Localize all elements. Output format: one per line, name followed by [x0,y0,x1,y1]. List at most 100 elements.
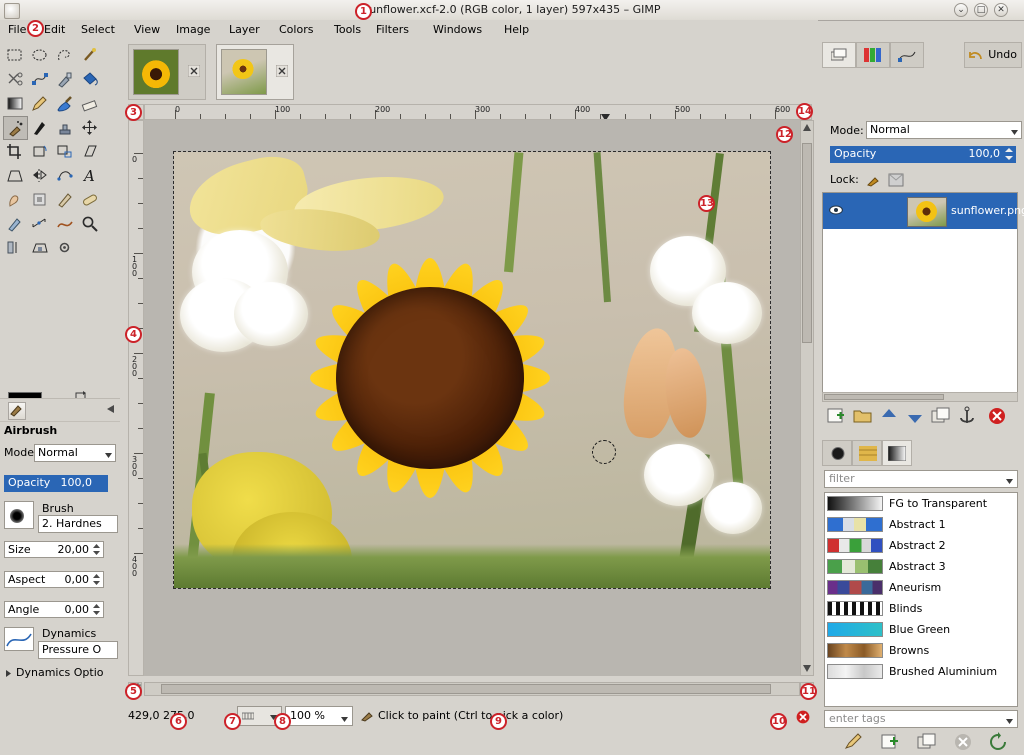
lock-pixels-icon[interactable] [866,172,882,188]
opacity-slider[interactable]: Opacity 100,0 [4,475,108,492]
list-item[interactable]: Abstract 3 [825,556,1017,577]
angle-spinner[interactable]: Angle 0,00 [4,601,104,618]
paths-tool[interactable] [28,68,53,92]
gradients-tab[interactable] [882,440,912,466]
cage-transform-tool[interactable] [53,164,78,188]
tool-options-tab-icon[interactable] [8,402,26,420]
gradients-tags-input[interactable]: enter tags [824,710,1018,728]
image-tab-2[interactable] [216,44,294,100]
layer-opacity-slider[interactable]: Opacity 100,0 [830,146,1016,163]
menu-help[interactable]: Help [498,20,535,40]
layer-mode-combo[interactable]: Normal [866,121,1022,139]
dodge-burn-tool[interactable] [53,188,78,212]
patterns-tab[interactable] [852,440,882,466]
image-tab-2-close-button[interactable] [276,65,288,77]
dynamics-combo[interactable]: Pressure O [38,641,118,659]
mode-combo[interactable]: Normal [34,444,116,462]
menu-layer[interactable]: Layer [223,20,266,40]
canvas-vertical-scrollbar[interactable] [800,120,814,676]
paintbrush-tool[interactable] [53,92,78,116]
window-minimize-button[interactable]: ⌄ [954,3,968,17]
layers-list-scrollbar[interactable] [822,392,1018,402]
image-tab-1-close-button[interactable] [188,65,200,77]
menu-tools[interactable]: Tools [328,20,367,40]
aspect-spinner[interactable]: Aspect 0,00 [4,571,104,588]
gradients-list[interactable]: FG to Transparent Abstract 1 Abstract 2 … [824,492,1018,707]
scale-tool[interactable] [53,140,78,164]
perspective-tool[interactable] [3,164,28,188]
dynamics-preview[interactable] [4,627,34,651]
ellipse-select-tool[interactable] [28,44,53,68]
cancel-icon[interactable] [796,710,810,724]
brush-combo[interactable]: 2. Hardnes [38,515,118,533]
posterize-tool[interactable] [53,236,78,260]
list-item[interactable]: FG to Transparent [825,493,1017,514]
brush-preview[interactable] [4,501,34,529]
list-item[interactable]: Browns [825,640,1017,661]
scroll-up-arrow-icon[interactable] [802,122,812,134]
eraser-tool[interactable] [78,92,103,116]
layer-opacity-stepper-icon[interactable] [1003,147,1015,161]
flip-tool[interactable] [28,164,53,188]
text-tool[interactable]: A [78,164,103,188]
scroll-down-arrow-icon[interactable] [802,662,812,674]
layers-list[interactable]: sunflower.png [822,192,1018,400]
size-spinner[interactable]: Size 20,00 [4,541,104,558]
canvas-horizontal-scrollbar[interactable] [144,682,800,696]
anchor-layer-button[interactable] [956,406,980,428]
brushes-tab[interactable] [822,440,852,466]
bucket-fill-tool[interactable] [78,68,103,92]
edit-gradient-button[interactable] [844,732,866,752]
alignment-tool[interactable] [3,236,28,260]
window-close-button[interactable]: ✕ [994,3,1008,17]
airbrush-tool[interactable] [3,116,28,140]
duplicate-layer-button[interactable] [930,406,954,428]
vertical-ruler[interactable]: 0 100 200 300 400 [128,120,144,676]
heal-tool[interactable] [78,188,103,212]
image-canvas[interactable] [174,152,770,588]
lock-position-icon[interactable] [888,172,904,188]
layer-row[interactable]: sunflower.png [823,193,1017,229]
channels-tab[interactable] [856,42,890,68]
new-group-button[interactable] [852,406,876,428]
list-item[interactable]: Aneurism [825,577,1017,598]
list-item[interactable]: Abstract 1 [825,514,1017,535]
menu-select[interactable]: Select [75,20,121,40]
color-picker-tool[interactable] [53,68,78,92]
aspect-stepper-icon[interactable] [91,573,102,586]
pencil-tool[interactable] [28,92,53,116]
measure-tool[interactable] [28,212,53,236]
menu-filters[interactable]: Filters [370,20,415,40]
vertical-scrollbar-thumb[interactable] [802,143,812,343]
ink-tool[interactable] [28,116,53,140]
raise-layer-button[interactable] [878,406,902,428]
size-stepper-icon[interactable] [91,543,102,556]
smudge-tool[interactable] [3,188,28,212]
delete-layer-button[interactable] [986,406,1010,428]
delete-gradient-button[interactable] [952,732,974,752]
paths-tab[interactable] [890,42,924,68]
zoom-tool[interactable] [78,212,103,236]
dynamics-options-row[interactable]: Dynamics Optio [0,663,120,685]
mypaint-brush-tool[interactable] [3,212,28,236]
menu-view[interactable]: View [128,20,166,40]
horizontal-ruler[interactable]: 0 100 200 300 400 500 600 [144,104,812,120]
duplicate-gradient-button[interactable] [916,732,938,752]
gradient-tool[interactable] [3,92,28,116]
list-item[interactable]: Brushed Aluminium [825,661,1017,682]
rect-select-tool[interactable] [3,44,28,68]
menu-image[interactable]: Image [170,20,216,40]
rotate-tool[interactable] [28,140,53,164]
gradients-filter-input[interactable]: filter [824,470,1018,488]
fuzzy-select-tool[interactable] [78,44,103,68]
image-tab-1[interactable] [128,44,206,100]
window-maximize-button[interactable]: □ [974,3,988,17]
list-item[interactable]: Blinds [825,598,1017,619]
list-item[interactable]: Abstract 2 [825,535,1017,556]
layer-visibility-icon[interactable] [829,204,843,216]
free-select-tool[interactable] [53,44,78,68]
clone-tool[interactable] [53,116,78,140]
warp-tool[interactable] [53,212,78,236]
crop-tool[interactable] [3,140,28,164]
menu-windows[interactable]: Windows [427,20,488,40]
